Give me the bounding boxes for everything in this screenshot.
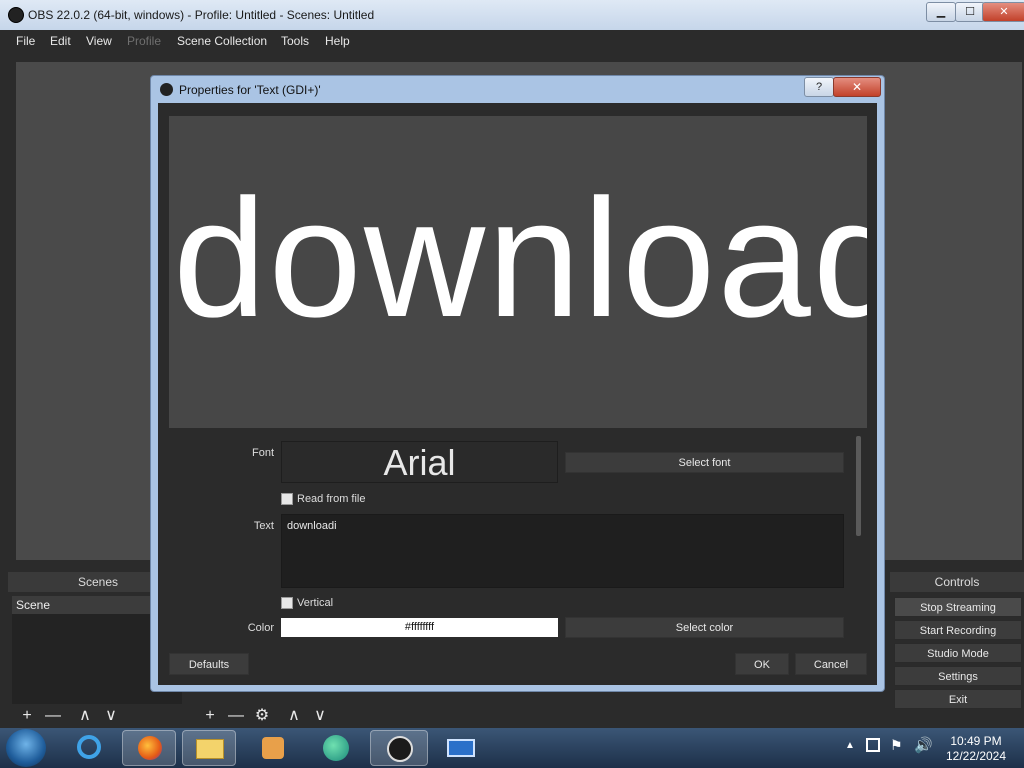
taskbar-clock[interactable]: 10:49 PM 12/22/2024: [940, 734, 1012, 764]
obs-app-icon: [8, 7, 24, 23]
text-input[interactable]: downloadi: [281, 514, 844, 588]
minimize-button[interactable]: ▁: [926, 2, 956, 22]
menu-scene-collection[interactable]: Scene Collection: [177, 34, 267, 48]
menu-view[interactable]: View: [86, 34, 112, 48]
studio-mode-button[interactable]: Studio Mode: [894, 643, 1022, 663]
source-preview-text: downloadi: [173, 164, 867, 352]
obs-dialog-icon: [160, 83, 173, 96]
edge-icon[interactable]: [308, 730, 362, 766]
file-explorer-icon[interactable]: [182, 730, 236, 766]
color-label: Color: [247, 622, 274, 634]
dialog-title: Properties for 'Text (GDI+)': [179, 83, 321, 97]
start-orb-icon[interactable]: [6, 729, 46, 767]
media-player-icon[interactable]: [246, 730, 300, 766]
clock-time: 10:49 PM: [950, 734, 1002, 748]
text-label: Text: [253, 520, 274, 532]
settings-button[interactable]: Settings: [894, 666, 1022, 686]
remote-desktop-icon[interactable]: [434, 730, 488, 766]
defaults-button[interactable]: Defaults: [169, 653, 249, 675]
clock-date: 12/22/2024: [945, 749, 1007, 763]
cancel-button[interactable]: Cancel: [795, 653, 867, 675]
start-recording-button[interactable]: Start Recording: [894, 620, 1022, 640]
font-label: Font: [251, 447, 274, 459]
read-from-file-checkbox[interactable]: [281, 493, 293, 505]
add-scene-button[interactable]: +: [18, 708, 36, 724]
dialog-titlebar: Properties for 'Text (GDI+)': [150, 75, 885, 103]
internet-explorer-icon[interactable]: [62, 730, 116, 766]
show-hidden-icons-icon[interactable]: ▲: [845, 740, 855, 751]
menu-tools[interactable]: Tools: [281, 34, 309, 48]
menu-edit[interactable]: Edit: [50, 34, 71, 48]
select-font-button[interactable]: Select font: [565, 452, 844, 473]
select-color-button[interactable]: Select color: [565, 617, 844, 638]
controls-dock-title: Controls: [890, 572, 1024, 592]
obs-taskbar-icon[interactable]: [370, 730, 428, 766]
menu-bar: File Edit View Profile Scene Collection …: [0, 30, 1024, 52]
menu-profile[interactable]: Profile: [127, 34, 161, 48]
maximize-button[interactable]: ☐: [955, 2, 985, 22]
stop-streaming-button[interactable]: Stop Streaming: [894, 597, 1022, 617]
volume-icon[interactable]: 🔊: [914, 736, 933, 754]
move-source-down-button[interactable]: ∨: [311, 708, 329, 724]
menu-help[interactable]: Help: [325, 34, 350, 48]
network-icon[interactable]: [866, 738, 880, 752]
move-scene-down-button[interactable]: ∨: [102, 708, 120, 724]
close-window-button[interactable]: ✕: [982, 2, 1024, 22]
menu-file[interactable]: File: [16, 34, 35, 48]
add-source-button[interactable]: +: [201, 708, 219, 724]
properties-scrollbar-thumb[interactable]: [856, 436, 861, 536]
exit-button[interactable]: Exit: [894, 689, 1022, 709]
move-source-up-button[interactable]: ∧: [285, 708, 303, 724]
remove-source-button[interactable]: —: [227, 708, 245, 724]
action-center-flag-icon[interactable]: ⚑: [890, 737, 903, 754]
source-preview: downloadi: [169, 116, 867, 428]
firefox-icon[interactable]: [122, 730, 176, 766]
source-settings-gear-icon[interactable]: ⚙: [253, 708, 271, 724]
window-title: OBS 22.0.2 (64-bit, windows) - Profile: …: [28, 8, 375, 22]
window-titlebar: OBS 22.0.2 (64-bit, windows) - Profile: …: [0, 0, 1024, 30]
remove-scene-button[interactable]: —: [44, 708, 62, 724]
read-from-file-label[interactable]: Read from file: [297, 493, 365, 505]
dialog-close-button[interactable]: ✕: [833, 77, 881, 97]
ok-button[interactable]: OK: [735, 653, 789, 675]
vertical-label[interactable]: Vertical: [297, 597, 333, 609]
move-scene-up-button[interactable]: ∧: [76, 708, 94, 724]
color-value-display: #ffffffff: [281, 618, 558, 637]
vertical-checkbox[interactable]: [281, 597, 293, 609]
font-display: Arial: [281, 441, 558, 483]
dialog-help-button[interactable]: ?: [804, 77, 834, 97]
